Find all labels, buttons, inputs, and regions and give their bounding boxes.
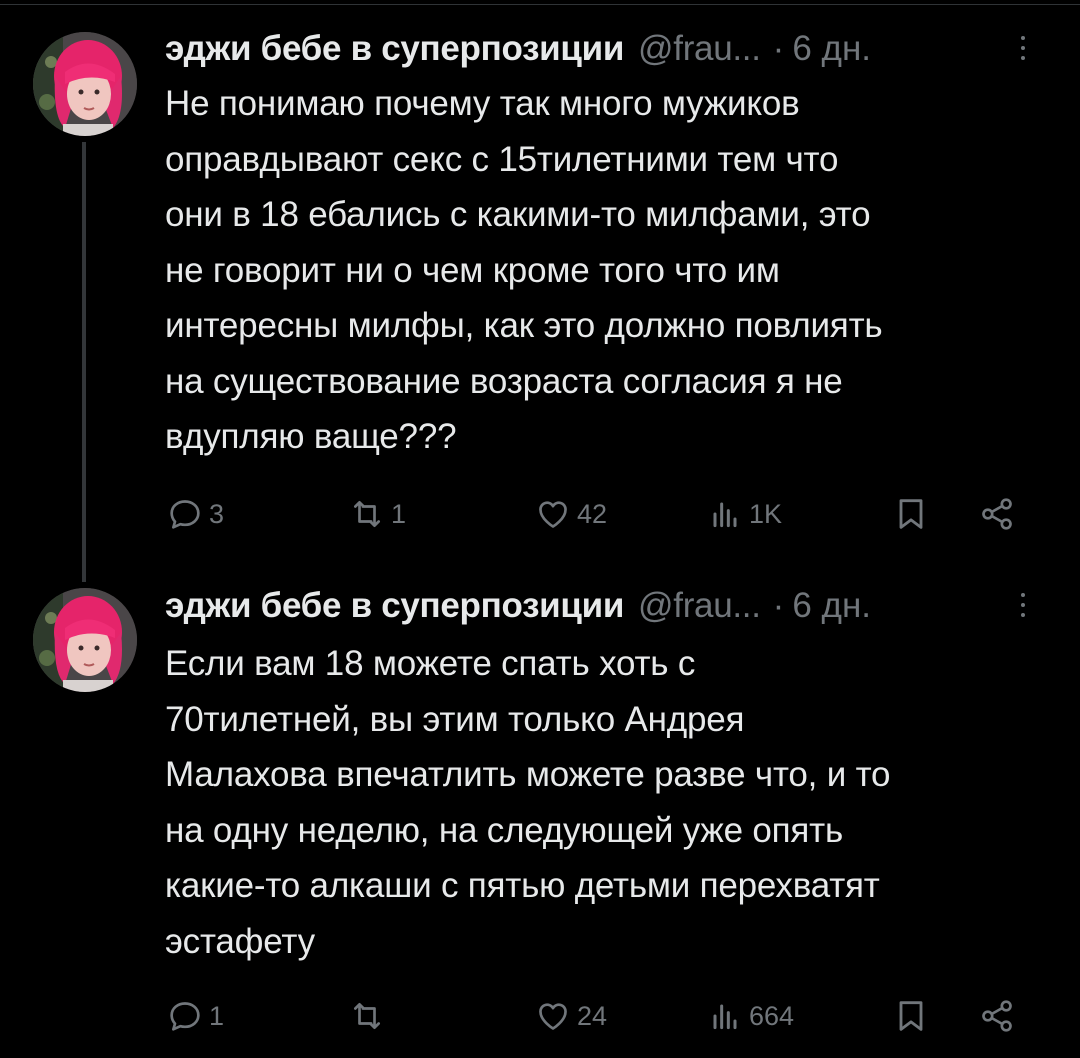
views-icon	[713, 1004, 737, 1030]
share-icon	[982, 498, 1012, 530]
reply-icon	[170, 500, 200, 529]
text-line: интересны милфы, как это должно повлиять	[165, 306, 883, 345]
author-name[interactable]: эджи бебе в суперпозиции	[165, 586, 624, 626]
author-name[interactable]: эджи бебе в суперпозиции	[165, 29, 624, 69]
more-icon[interactable]	[1016, 30, 1030, 70]
more-icon[interactable]	[1016, 587, 1030, 627]
views-button[interactable]: 1K	[705, 490, 782, 538]
share-icon	[982, 1000, 1012, 1032]
text-line: они в 18 ебались с какими-то милфами, эт…	[165, 195, 871, 234]
heart-icon	[539, 501, 567, 528]
text-line: эстафету	[165, 921, 315, 961]
action-bar: 3 1 42 1K	[165, 490, 1035, 538]
like-count: 24	[577, 1000, 608, 1031]
repost-count: 1	[391, 498, 407, 529]
repost-button[interactable]	[347, 992, 391, 1040]
text-line: на существование возраста согласия я не	[165, 361, 843, 401]
action-bar: 1 24 664	[165, 992, 1035, 1040]
bookmark-icon	[899, 1001, 923, 1031]
view-count: 1K	[749, 498, 783, 529]
text-line: на одну неделю, на следующей уже опять	[165, 810, 844, 850]
repost-icon	[354, 501, 380, 527]
text-line: какие-то алкаши с пятью детьми перехватя…	[165, 866, 880, 905]
tweet-header: эджи бебе в суперпозиции @frau... · 6 дн…	[165, 25, 1045, 73]
like-button[interactable]: 24	[533, 992, 607, 1040]
text-line: Малахова впечатлить можете разве что, и …	[165, 755, 891, 794]
view-count: 664	[749, 1000, 795, 1031]
like-button[interactable]: 42	[533, 490, 607, 538]
separator-dot: ·	[772, 586, 785, 625]
reply-count: 3	[209, 498, 225, 529]
like-count: 42	[577, 498, 608, 529]
text-line: не говорит ни о чем кроме того что им	[165, 250, 780, 290]
heart-icon	[539, 1003, 567, 1030]
bookmark-icon	[899, 499, 923, 529]
author-handle[interactable]: @frau...	[638, 29, 761, 69]
tweet-text: Не понимаю почему так много мужиков опра…	[165, 76, 1045, 465]
tweet-header: эджи бебе в суперпозиции @frau... · 6 дн…	[165, 582, 1045, 630]
avatar[interactable]	[33, 32, 137, 136]
tweet-text: Если вам 18 можете спать хоть с 70тилетн…	[165, 636, 1045, 969]
reply-count: 1	[209, 1000, 225, 1031]
avatar[interactable]	[33, 588, 137, 692]
text-line: 70тилетней, вы этим только Андрея	[165, 699, 745, 739]
timestamp[interactable]: 6 дн.	[792, 29, 871, 69]
bookmark-button[interactable]	[891, 490, 931, 538]
top-divider	[0, 4, 1080, 5]
text-line: Не понимаю почему так много мужиков	[165, 84, 800, 123]
timestamp[interactable]: 6 дн.	[792, 586, 871, 626]
bookmark-button[interactable]	[891, 992, 931, 1040]
repost-button[interactable]: 1	[347, 490, 406, 538]
text-line: оправдывают секс с 15тилетними тем что	[165, 139, 839, 179]
reply-icon	[170, 1002, 200, 1031]
author-handle[interactable]: @frau...	[638, 586, 761, 626]
share-button[interactable]	[977, 490, 1017, 538]
share-button[interactable]	[977, 992, 1017, 1040]
reply-button[interactable]: 1	[165, 992, 224, 1040]
repost-icon	[354, 1003, 380, 1029]
reply-button[interactable]: 3	[165, 490, 224, 538]
text-line: вдупляю ваще???	[165, 417, 457, 456]
text-line: Если вам 18 можете спать хоть с	[165, 644, 696, 683]
separator-dot: ·	[772, 29, 785, 68]
views-icon	[713, 502, 737, 528]
thread-connector-line	[82, 142, 86, 582]
views-button[interactable]: 664	[705, 992, 794, 1040]
